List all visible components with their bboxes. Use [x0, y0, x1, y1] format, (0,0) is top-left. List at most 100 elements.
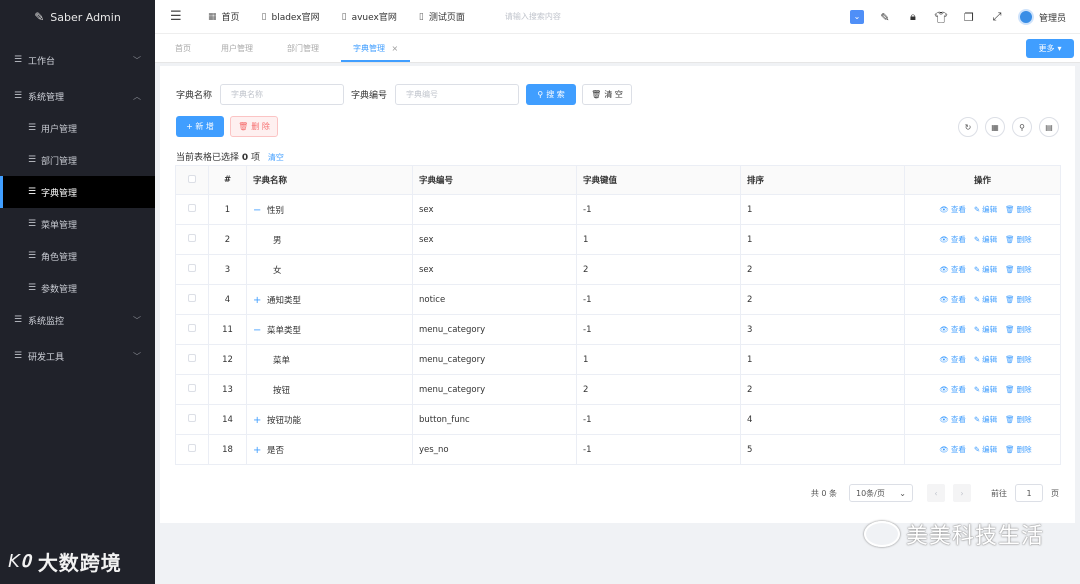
next-page-button[interactable]: › — [953, 484, 971, 502]
sidebar-item-label: 字典管理 — [41, 188, 78, 199]
tag-dept[interactable]: 部门管理 — [287, 34, 319, 62]
top-link-bladex[interactable]: ▯ bladex官网 — [261, 10, 320, 24]
dict-code-input[interactable]: 字典编号 — [395, 84, 520, 105]
tag-dict[interactable]: 字典管理 × — [341, 34, 411, 62]
view-button[interactable]: 👁︎ 查看 — [939, 414, 966, 425]
row-delete-button[interactable]: 🗑︎ 删除 — [1005, 414, 1032, 425]
collapse-icon[interactable]: − — [253, 325, 267, 336]
print-icon[interactable]: ▤ — [1039, 117, 1059, 137]
row-checkbox[interactable] — [175, 194, 209, 225]
sidebar-sub-dict[interactable]: ☰ 字典管理 — [0, 176, 155, 208]
close-icon[interactable]: × — [392, 44, 399, 53]
select-all-checkbox[interactable] — [175, 165, 209, 195]
row-checkbox[interactable] — [175, 254, 209, 285]
expand-icon[interactable]: + — [253, 445, 267, 456]
edit-button[interactable]: ✎ 编辑 — [974, 354, 997, 365]
top-search-input[interactable]: 请输入搜索内容 — [505, 11, 561, 22]
cell-key: 1 — [576, 344, 741, 375]
view-button[interactable]: 👁︎ 查看 — [939, 294, 966, 305]
row-checkbox[interactable] — [175, 224, 209, 255]
row-checkbox[interactable] — [175, 314, 209, 345]
row-checkbox[interactable] — [175, 374, 209, 405]
delete-label: 删除 — [1016, 235, 1032, 244]
edit-icon[interactable]: ✎ — [878, 11, 892, 24]
shirt-icon[interactable]: 👕︎ — [934, 11, 948, 24]
edit-button[interactable]: ✎ 编辑 — [974, 384, 997, 395]
chevron-down-icon: ﹀ — [133, 351, 141, 361]
collapse-icon[interactable]: − — [253, 205, 267, 216]
top-link-test[interactable]: ▯ 测试页面 — [419, 10, 465, 24]
dropdown-icon[interactable]: ⌄ — [849, 10, 864, 24]
add-button[interactable]: + 新 增 — [176, 116, 224, 137]
sidebar-item-label: 角色管理 — [41, 252, 78, 263]
search-button[interactable]: ⚲ 搜 索 — [526, 84, 577, 105]
edit-button[interactable]: ✎ 编辑 — [974, 264, 997, 275]
sidebar-item-workbench[interactable]: ☰ 工作台 ﹀ — [0, 44, 155, 76]
sidebar-sub-role[interactable]: ☰ 角色管理 — [0, 240, 155, 272]
edit-button[interactable]: ✎ 编辑 — [974, 294, 997, 305]
edit-button[interactable]: ✎ 编辑 — [974, 204, 997, 215]
sidebar-sub-menu[interactable]: ☰ 菜单管理 — [0, 208, 155, 240]
view-button[interactable]: 👁︎ 查看 — [939, 264, 966, 275]
edit-button[interactable]: ✎ 编辑 — [974, 444, 997, 455]
chevron-down-icon: ▾ — [1057, 44, 1062, 53]
search-icon[interactable]: ⚲ — [1012, 117, 1032, 137]
topbar: ☰ ▦ 首页 ▯ bladex官网 ▯ avuex官网 ▯ 测试页面 请输入搜索… — [155, 0, 1080, 34]
top-link-label: 首页 — [221, 13, 240, 23]
selection-clear-link[interactable]: 清空 — [268, 153, 284, 162]
edit-button[interactable]: ✎ 编辑 — [974, 234, 997, 245]
row-delete-button[interactable]: 🗑︎ 删除 — [1005, 294, 1032, 305]
view-button[interactable]: 👁︎ 查看 — [939, 354, 966, 365]
expand-icon[interactable]: + — [253, 415, 267, 426]
sidebar-sub-param[interactable]: ☰ 参数管理 — [0, 272, 155, 304]
row-delete-button[interactable]: 🗑︎ 删除 — [1005, 354, 1032, 365]
page-size-select[interactable]: 10条/页 ⌄ — [849, 484, 913, 502]
row-delete-button[interactable]: 🗑︎ 删除 — [1005, 324, 1032, 335]
edit-button[interactable]: ✎ 编辑 — [974, 414, 997, 425]
cell-name-text: 按钮 — [273, 385, 291, 396]
view-button[interactable]: 👁︎ 查看 — [939, 444, 966, 455]
more-button[interactable]: 更多 ▾ — [1026, 39, 1074, 58]
view-button[interactable]: 👁︎ 查看 — [939, 234, 966, 245]
row-delete-button[interactable]: 🗑︎ 删除 — [1005, 444, 1032, 455]
user-menu[interactable]: 管理员 — [1017, 9, 1066, 25]
row-checkbox[interactable] — [175, 344, 209, 375]
tag-user[interactable]: 用户管理 — [221, 34, 253, 62]
edit-label: 编辑 — [982, 265, 998, 274]
tag-home[interactable]: 首页 — [175, 34, 191, 62]
page-input[interactable]: 1 — [1015, 484, 1043, 502]
delete-button[interactable]: 🗑︎ 删 除 — [230, 116, 278, 137]
top-link-home[interactable]: ▦ 首页 — [208, 10, 240, 24]
columns-icon[interactable]: ▦ — [985, 117, 1005, 137]
cell-ops: 👁︎ 查看 ✎ 编辑 🗑︎ 删除 — [904, 194, 1061, 225]
fullscreen-icon[interactable]: ⤢ — [990, 10, 1004, 24]
sidebar-sub-dept[interactable]: ☰ 部门管理 — [0, 144, 155, 176]
refresh-icon[interactable]: ↻ — [958, 117, 978, 137]
sidebar-item-system[interactable]: ☰ 系统管理 ︿ — [0, 80, 155, 112]
row-checkbox[interactable] — [175, 284, 209, 315]
document-icon: ▯ — [261, 11, 267, 22]
row-delete-button[interactable]: 🗑︎ 删除 — [1005, 204, 1032, 215]
top-link-avuex[interactable]: ▯ avuex官网 — [342, 10, 397, 24]
expand-icon[interactable]: + — [253, 295, 267, 306]
copy-icon[interactable]: ❐ — [962, 11, 976, 24]
row-checkbox[interactable] — [175, 434, 209, 465]
view-button[interactable]: 👁︎ 查看 — [939, 324, 966, 335]
cell-name-text: 按钮功能 — [267, 415, 302, 426]
prev-page-button[interactable]: ‹ — [927, 484, 945, 502]
lock-icon[interactable]: 🔒︎ — [906, 10, 920, 24]
chevron-up-icon: ︿ — [133, 91, 141, 101]
view-button[interactable]: 👁︎ 查看 — [939, 384, 966, 395]
clear-button[interactable]: 🗑︎ 清 空 — [582, 84, 633, 105]
sidebar-item-devtools[interactable]: ☰ 研发工具 ﹀ — [0, 340, 155, 372]
row-checkbox[interactable] — [175, 404, 209, 435]
sidebar-sub-user[interactable]: ☰ 用户管理 — [0, 112, 155, 144]
row-delete-button[interactable]: 🗑︎ 删除 — [1005, 264, 1032, 275]
edit-button[interactable]: ✎ 编辑 — [974, 324, 997, 335]
dict-name-input[interactable]: 字典名称 — [220, 84, 345, 105]
sidebar-item-monitor[interactable]: ☰ 系统监控 ﹀ — [0, 304, 155, 336]
hamburger-icon[interactable]: ☰ — [170, 9, 186, 24]
view-button[interactable]: 👁︎ 查看 — [939, 204, 966, 215]
row-delete-button[interactable]: 🗑︎ 删除 — [1005, 234, 1032, 245]
row-delete-button[interactable]: 🗑︎ 删除 — [1005, 384, 1032, 395]
